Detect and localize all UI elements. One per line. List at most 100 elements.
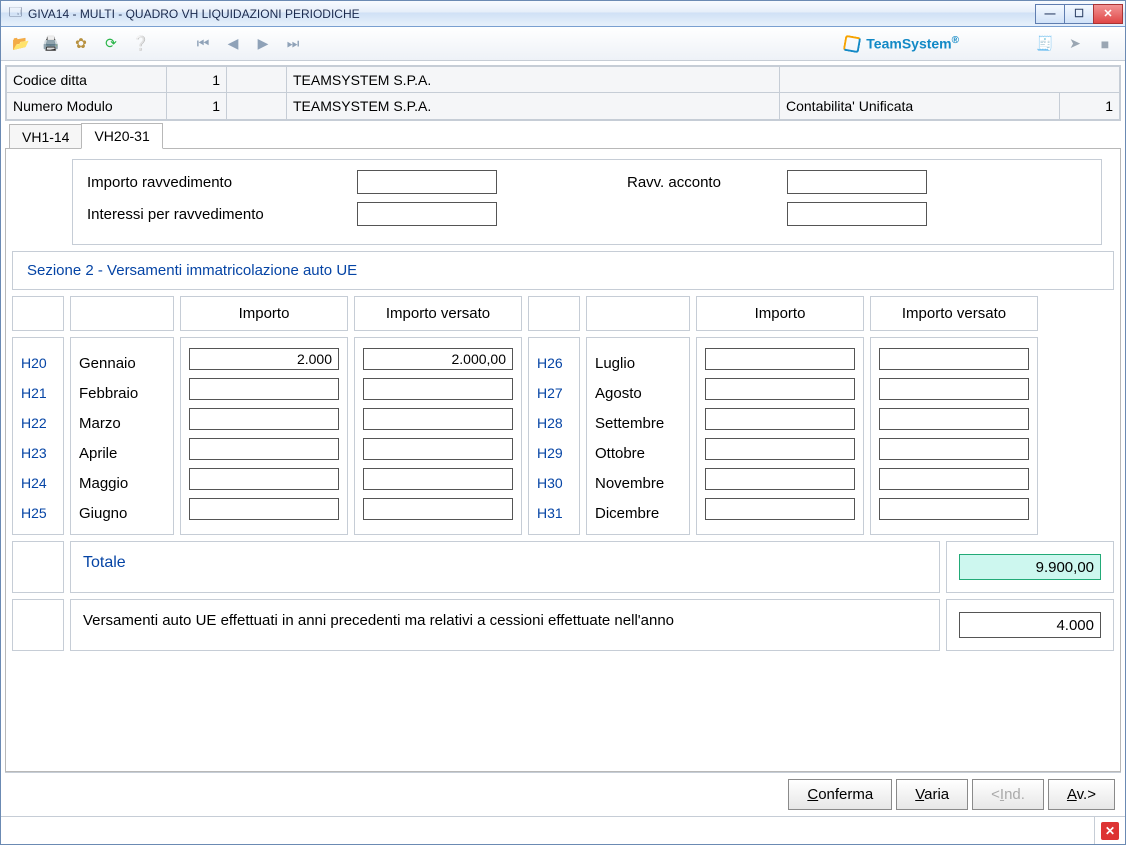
help-icon[interactable]: ❔ bbox=[127, 31, 155, 57]
open-icon[interactable]: 📂 bbox=[7, 31, 35, 57]
button-bar: Conferma Varia <Ind. Av.> bbox=[5, 772, 1121, 816]
tab-strip: VH1-14 VH20-31 bbox=[5, 123, 1121, 149]
importo-versato-input[interactable] bbox=[363, 438, 513, 460]
importo-input[interactable] bbox=[705, 348, 855, 370]
importo-input[interactable] bbox=[189, 498, 339, 520]
importo-input[interactable] bbox=[189, 468, 339, 490]
contabilita-label: Contabilita' Unificata bbox=[780, 93, 1059, 119]
row-month: Aprile bbox=[79, 438, 165, 468]
note-text: Versamenti auto UE effettuati in anni pr… bbox=[70, 599, 940, 651]
azienda1-value: TEAMSYSTEM S.P.A. bbox=[287, 67, 780, 93]
row-code: H27 bbox=[537, 378, 571, 408]
ravvedimento-panel: Importo ravvedimento Ravv. acconto Inter… bbox=[72, 159, 1102, 245]
importo-input[interactable] bbox=[189, 438, 339, 460]
row-month: Dicembre bbox=[595, 498, 681, 528]
col-versato-l: Importo versato bbox=[354, 296, 522, 331]
status-bar: ✕ bbox=[1, 816, 1125, 844]
row-month: Luglio bbox=[595, 348, 681, 378]
interessi-ravvedimento-input[interactable] bbox=[357, 202, 497, 226]
row-code: H25 bbox=[21, 498, 55, 528]
importo-input[interactable] bbox=[705, 468, 855, 490]
settings-icon[interactable]: ✿ bbox=[67, 31, 95, 57]
close-button[interactable]: ✕ bbox=[1093, 4, 1123, 24]
window-title: GIVA14 - MULTI - QUADRO VH LIQUIDAZIONI … bbox=[28, 7, 360, 21]
prev-icon[interactable]: ◀ bbox=[219, 31, 247, 57]
importo-versato-input[interactable] bbox=[879, 378, 1029, 400]
importo-versato-input[interactable] bbox=[363, 498, 513, 520]
title-bar: 🗔 GIVA14 - MULTI - QUADRO VH LIQUIDAZION… bbox=[1, 1, 1125, 27]
importo-input[interactable] bbox=[189, 348, 339, 370]
status-close-icon[interactable]: ✕ bbox=[1101, 822, 1119, 840]
numero-modulo-label: Numero Modulo bbox=[7, 93, 167, 120]
export-icon[interactable]: ➤ bbox=[1061, 31, 1089, 57]
app-window: 🗔 GIVA14 - MULTI - QUADRO VH LIQUIDAZION… bbox=[0, 0, 1126, 845]
row-month: Giugno bbox=[79, 498, 165, 528]
codice-ditta-label: Codice ditta bbox=[7, 67, 167, 93]
conferma-button[interactable]: Conferma bbox=[788, 779, 892, 810]
pdf-icon[interactable]: 🧾 bbox=[1031, 31, 1059, 57]
first-icon[interactable]: ⏮ bbox=[189, 31, 217, 57]
varia-button[interactable]: Varia bbox=[896, 779, 968, 810]
row-month: Agosto bbox=[595, 378, 681, 408]
minimize-button[interactable]: — bbox=[1035, 4, 1065, 24]
row-month: Novembre bbox=[595, 468, 681, 498]
header-form: Codice ditta 1 TEAMSYSTEM S.P.A. Numero … bbox=[5, 65, 1121, 121]
importo-versato-input[interactable] bbox=[363, 348, 513, 370]
refresh-icon[interactable]: ⟳ bbox=[97, 31, 125, 57]
row-month: Maggio bbox=[79, 468, 165, 498]
row-code: H30 bbox=[537, 468, 571, 498]
importo-versato-input[interactable] bbox=[363, 378, 513, 400]
importo-versato-input[interactable] bbox=[879, 408, 1029, 430]
next-icon[interactable]: ▶ bbox=[249, 31, 277, 57]
row-code: H24 bbox=[21, 468, 55, 498]
col-versato-r: Importo versato bbox=[870, 296, 1038, 331]
ravv-acconto2-input[interactable] bbox=[787, 202, 927, 226]
row-code: H28 bbox=[537, 408, 571, 438]
tab-vh1-14[interactable]: VH1-14 bbox=[9, 124, 82, 149]
row-month: Febbraio bbox=[79, 378, 165, 408]
interessi-ravvedimento-label: Interessi per ravvedimento bbox=[87, 206, 337, 223]
importo-versato-input[interactable] bbox=[879, 438, 1029, 460]
importo-input[interactable] bbox=[705, 408, 855, 430]
totale-value[interactable] bbox=[959, 554, 1101, 580]
col-importo-l: Importo bbox=[180, 296, 348, 331]
importo-ravvedimento-input[interactable] bbox=[357, 170, 497, 194]
importo-input[interactable] bbox=[705, 438, 855, 460]
importo-input[interactable] bbox=[705, 498, 855, 520]
note-value[interactable] bbox=[959, 612, 1101, 638]
maximize-button[interactable]: ☐ bbox=[1064, 4, 1094, 24]
importo-input[interactable] bbox=[189, 378, 339, 400]
row-month: Ottobre bbox=[595, 438, 681, 468]
row-month: Settembre bbox=[595, 408, 681, 438]
importo-ravvedimento-label: Importo ravvedimento bbox=[87, 174, 337, 191]
app-icon: 🗔 bbox=[9, 3, 22, 24]
codice-ditta-value: 1 bbox=[167, 67, 227, 93]
importo-versato-input[interactable] bbox=[879, 468, 1029, 490]
importo-versato-input[interactable] bbox=[879, 498, 1029, 520]
row-month: Marzo bbox=[79, 408, 165, 438]
azienda2-value: TEAMSYSTEM S.P.A. bbox=[287, 93, 780, 120]
row-code: H21 bbox=[21, 378, 55, 408]
contabilita-value: 1 bbox=[1059, 93, 1119, 119]
last-icon[interactable]: ⏭ bbox=[279, 31, 307, 57]
row-code: H20 bbox=[21, 348, 55, 378]
importo-versato-input[interactable] bbox=[879, 348, 1029, 370]
print-icon[interactable]: 🖨️ bbox=[37, 31, 65, 57]
ind-button[interactable]: <Ind. bbox=[972, 779, 1044, 810]
importo-input[interactable] bbox=[705, 378, 855, 400]
importo-versato-input[interactable] bbox=[363, 408, 513, 430]
importo-versato-input[interactable] bbox=[363, 468, 513, 490]
grid-body: H20H21H22H23H24H25 GennaioFebbraioMarzoA… bbox=[12, 337, 1114, 535]
row-code: H29 bbox=[537, 438, 571, 468]
av-button[interactable]: Av.> bbox=[1048, 779, 1115, 810]
row-month: Gennaio bbox=[79, 348, 165, 378]
ravv-acconto-label: Ravv. acconto bbox=[627, 174, 767, 191]
stop-icon[interactable]: ■ bbox=[1091, 31, 1119, 57]
ravv-acconto-input[interactable] bbox=[787, 170, 927, 194]
row-code: H23 bbox=[21, 438, 55, 468]
numero-modulo-value: 1 bbox=[167, 93, 227, 120]
col-importo-r: Importo bbox=[696, 296, 864, 331]
section2-title: Sezione 2 - Versamenti immatricolazione … bbox=[12, 251, 1114, 290]
importo-input[interactable] bbox=[189, 408, 339, 430]
tab-vh20-31[interactable]: VH20-31 bbox=[81, 123, 162, 149]
